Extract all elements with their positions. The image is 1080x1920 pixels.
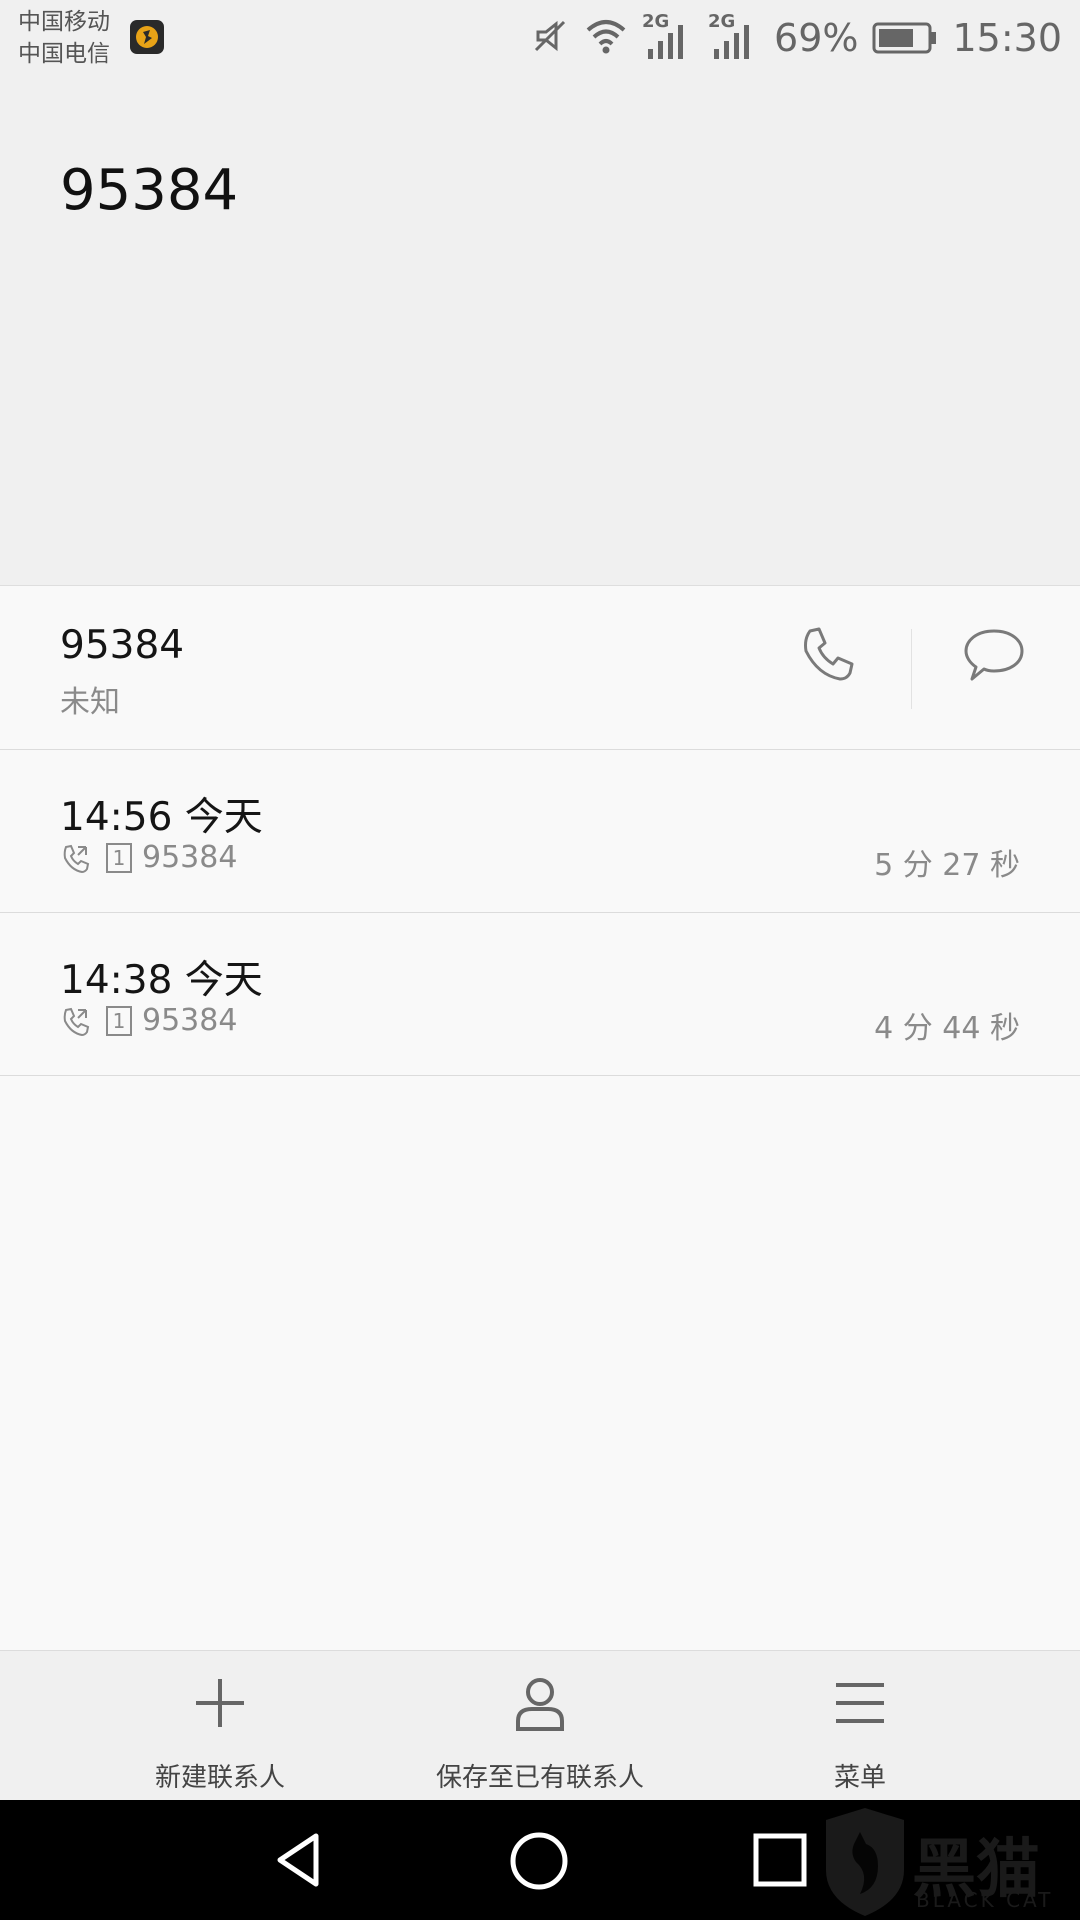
cat-logo-icon: [826, 1808, 904, 1916]
call-number: 95384: [142, 840, 238, 875]
call-duration: 5 分 27 秒: [874, 848, 1020, 883]
page-title: 95384: [60, 158, 239, 223]
battery-percent: 69%: [774, 16, 859, 60]
bottom-action-bar: 新建联系人 保存至已有联系人 菜单: [0, 1650, 1080, 1800]
save-existing-button[interactable]: 保存至已有联系人: [390, 1651, 690, 1801]
action-divider: [911, 629, 912, 709]
message-icon: [964, 629, 1024, 681]
status-icons: 2G 2G 69% 15:30: [530, 11, 1062, 64]
menu-label: 菜单: [833, 1763, 886, 1793]
call-details: 1 95384: [60, 1003, 237, 1038]
call-duration: 4 分 44 秒: [874, 1011, 1020, 1046]
new-contact-button[interactable]: 新建联系人: [70, 1651, 370, 1801]
carrier-1: 中国移动: [18, 9, 110, 35]
save-existing-label: 保存至已有联系人: [435, 1763, 644, 1793]
clock: 15:30: [952, 16, 1062, 60]
call-number: 95384: [142, 1003, 238, 1038]
signal-icon: 2G: [708, 11, 760, 63]
call-log-item[interactable]: 14:56 今天 1 95384 5 分 27 秒: [0, 750, 1080, 913]
carrier-2: 中国电信: [18, 41, 110, 67]
sim-icon: 1: [106, 1005, 132, 1036]
header-area: 中国移动 中国电信 2G 2G 69% 15:30 95384: [0, 0, 1080, 586]
status-bar: 中国移动 中国电信 2G 2G 69% 15:30: [0, 0, 1080, 78]
call-button[interactable]: [796, 623, 860, 687]
incoming-call-icon: [63, 1007, 90, 1036]
call-details: 1 95384: [60, 840, 237, 875]
sim-icon: 1: [106, 842, 132, 873]
home-icon[interactable]: [508, 1830, 570, 1892]
menu-button[interactable]: 菜单: [710, 1651, 1010, 1801]
call-log-item[interactable]: 14:38 今天 1 95384 4 分 44 秒: [0, 913, 1080, 1076]
person-icon: [516, 1678, 564, 1731]
message-button[interactable]: [962, 623, 1026, 687]
new-contact-label: 新建联系人: [154, 1763, 285, 1793]
watermark: 黑猫 BLACK CAT: [800, 1800, 1080, 1920]
mute-icon: [530, 16, 570, 60]
menu-icon: [836, 1683, 884, 1723]
phone-icon: [804, 627, 854, 681]
signal-icon: 2G: [642, 11, 694, 63]
carrier-info: 中国移动 中国电信: [18, 6, 110, 70]
contact-number: 95384: [60, 623, 185, 668]
back-icon[interactable]: [270, 1830, 330, 1890]
call-time: 14:56 今天: [60, 795, 263, 840]
call-time: 14:38 今天: [60, 958, 263, 1003]
battery-icon: [872, 21, 938, 55]
watermark-subtext: BLACK CAT: [916, 1888, 1054, 1912]
plus-icon: [196, 1679, 244, 1727]
contact-label: 未知: [60, 685, 120, 720]
contact-row[interactable]: 95384 未知: [0, 587, 1080, 750]
incoming-call-icon: [63, 844, 90, 873]
app-notification-icon: [130, 20, 164, 54]
wifi-icon: [584, 16, 628, 60]
